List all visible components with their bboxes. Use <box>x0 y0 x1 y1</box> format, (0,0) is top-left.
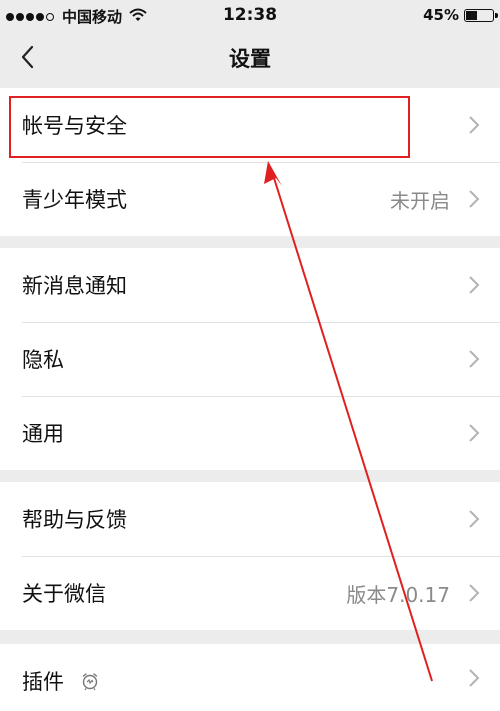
chevron-right-icon <box>469 276 480 294</box>
plugin-icon <box>82 673 98 691</box>
status-bar: 中国移动 12:38 45% <box>0 0 500 32</box>
settings-item-privacy[interactable]: 隐私 <box>0 322 500 396</box>
settings-item-label: 关于微信 <box>22 582 106 606</box>
battery-fill <box>466 10 477 20</box>
settings-item-label: 青少年模式 <box>22 188 127 212</box>
settings-item-label: 隐私 <box>22 348 64 372</box>
settings-item-help-feedback[interactable]: 帮助与反馈 <box>0 482 500 556</box>
settings-group-account: 帐号与安全 青少年模式 未开启 <box>0 88 500 236</box>
settings-item-label: 插件 <box>22 670 64 694</box>
settings-item-value: 未开启 <box>390 188 450 213</box>
settings-item-label: 帮助与反馈 <box>22 508 127 532</box>
chevron-right-icon <box>469 350 480 368</box>
settings-group-about: 帮助与反馈 关于微信 版本7.0.17 <box>0 482 500 630</box>
settings-group-general: 新消息通知 隐私 通用 <box>0 248 500 470</box>
chevron-right-icon <box>469 584 480 602</box>
status-right: 45% <box>423 6 498 24</box>
settings-item-label: 新消息通知 <box>22 274 127 298</box>
settings-item-account-security[interactable]: 帐号与安全 <box>0 88 500 162</box>
chevron-right-icon <box>469 510 480 528</box>
chevron-right-icon <box>469 669 480 687</box>
chevron-right-icon <box>469 190 480 208</box>
version-value: 版本7.0.17 <box>346 582 450 607</box>
settings-group-plugins: 插件 <box>0 644 500 711</box>
settings-item-label: 通用 <box>22 422 64 446</box>
chevron-right-icon <box>469 424 480 442</box>
settings-item-about-wechat[interactable]: 关于微信 版本7.0.17 <box>0 556 500 630</box>
navigation-bar: 设置 <box>0 32 500 84</box>
settings-item-notifications[interactable]: 新消息通知 <box>0 248 500 322</box>
battery-percent: 45% <box>423 6 459 24</box>
battery-icon <box>464 8 498 22</box>
settings-item-plugins[interactable]: 插件 <box>0 644 500 711</box>
chevron-right-icon <box>469 116 480 134</box>
settings-item-teen-mode[interactable]: 青少年模式 未开启 <box>0 162 500 236</box>
settings-item-general[interactable]: 通用 <box>0 396 500 470</box>
page-title: 设置 <box>229 47 271 71</box>
settings-item-label: 帐号与安全 <box>22 114 127 138</box>
